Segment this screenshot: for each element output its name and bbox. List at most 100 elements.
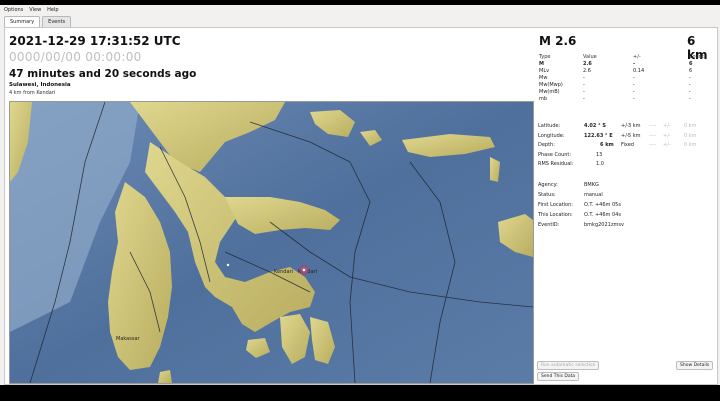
- this-location-label: This Location:: [538, 212, 573, 218]
- agency-row: Agency: BMKG: [538, 182, 718, 192]
- latitude-grey-dashes: ----: [649, 123, 657, 129]
- first-location-row: First Location: O.T. +46m 05s: [538, 202, 718, 212]
- table-row[interactable]: mb - - -: [539, 96, 714, 103]
- mag-pm: -: [633, 82, 635, 88]
- location-parameters: Latitude: 4.02 ° S +/- 3 km ---- +/- 0 k…: [538, 123, 718, 171]
- mag-pm: -: [633, 61, 636, 67]
- magnitude-headline: M 2.6: [539, 34, 577, 48]
- phase-count-row: Phase Count: 13: [538, 152, 718, 162]
- auto-selection-button[interactable]: Run automatic selection: [537, 361, 600, 370]
- mag-value: -: [583, 75, 585, 81]
- latitude-row: Latitude: 4.02 ° S +/- 3 km ---- +/- 0 k…: [538, 123, 718, 133]
- magnitude-table: Type Value +/- Count M 2.6 - 6 MLv 2.6 0…: [539, 54, 714, 103]
- mag-pm: 0.14: [633, 68, 645, 74]
- first-location-value: O.T. +46m 05s: [584, 202, 621, 208]
- table-row[interactable]: Mw - - -: [539, 75, 714, 82]
- nearest-city-distance: 4 km from Kendari: [9, 90, 56, 96]
- origin-info: Agency: BMKG Status: manual First Locati…: [538, 182, 718, 232]
- phase-count-value: 13: [596, 151, 603, 158]
- mag-pm: -: [633, 96, 635, 102]
- menu-view[interactable]: View: [29, 7, 41, 13]
- status-row: Status: manual: [538, 192, 718, 202]
- summary-panel: 2021-12-29 17:31:52 UTC 0000/00/00 00:00…: [4, 27, 718, 385]
- main-window: Options View Help Summary Events 2021-12…: [0, 5, 720, 385]
- map-label-makassar: Makassar: [116, 336, 141, 342]
- send-data-button[interactable]: Send This Data: [537, 372, 580, 381]
- col-value: Value: [583, 54, 597, 60]
- latitude-value: 4.02 ° S: [584, 123, 606, 129]
- status-label: Status:: [538, 192, 556, 198]
- table-row[interactable]: MLv 2.6 0.14 6: [539, 68, 714, 75]
- depth-label: Depth:: [538, 142, 555, 148]
- phase-count-label: Phase Count:: [538, 151, 572, 158]
- latitude-grey-km: 0 km: [684, 123, 697, 129]
- depth-status: Fixed: [621, 142, 634, 148]
- depth-grey-km: 0 km: [684, 142, 697, 148]
- tab-bar: Summary Events: [4, 16, 72, 27]
- event-id-value: bmkg2021zmsv: [584, 222, 624, 228]
- rms-label: RMS Residual:: [538, 161, 574, 167]
- menu-help[interactable]: Help: [47, 7, 58, 13]
- tab-events[interactable]: Events: [42, 16, 72, 27]
- agency-value: BMKG: [584, 182, 599, 188]
- latitude-uncertainty: 3 km: [628, 123, 641, 129]
- mag-count: 6: [689, 68, 693, 74]
- latitude-label: Latitude:: [538, 123, 561, 129]
- station-dot: [226, 263, 230, 267]
- table-row[interactable]: M 2.6 - 6: [539, 61, 714, 68]
- mag-value: -: [583, 96, 585, 102]
- mag-pm: -: [633, 75, 635, 81]
- mag-type: Mw(mB): [539, 89, 560, 95]
- mag-type: Mw(Mwp): [539, 82, 563, 88]
- map-label-kendari: Kendari: [274, 269, 293, 275]
- this-location-row: This Location: O.T. +46m 04s: [538, 212, 718, 222]
- mag-count: 6: [689, 61, 693, 67]
- event-id-row: EventID: bmkg2021zmsv: [538, 222, 718, 232]
- agency-label: Agency:: [538, 182, 558, 188]
- mag-count: -: [689, 75, 691, 81]
- origin-time: 2021-12-29 17:31:52 UTC: [9, 34, 181, 48]
- mag-type: M: [539, 61, 544, 67]
- mag-type: Mw: [539, 75, 548, 81]
- elapsed-time: 47 minutes and 20 seconds ago: [9, 68, 197, 80]
- tab-summary[interactable]: Summary: [4, 16, 41, 27]
- longitude-label: Longitude:: [538, 132, 565, 139]
- event-id-label: EventID:: [538, 222, 560, 228]
- magnitude-table-header: Type Value +/- Count: [539, 54, 714, 61]
- longitude-row: Longitude: 122.63 ° E +/- 5 km ---- +/- …: [538, 133, 718, 143]
- mag-value: 2.6: [583, 61, 592, 67]
- table-row[interactable]: Mw(Mwp) - - -: [539, 82, 714, 89]
- mag-type: mb: [539, 96, 548, 102]
- event-map[interactable]: Kendari Kendari Makassar: [9, 101, 534, 384]
- longitude-uncertainty: 5 km: [628, 132, 641, 139]
- table-row[interactable]: Mw(mB) - - -: [539, 89, 714, 96]
- depth-value: 6 km: [600, 142, 614, 148]
- menu-bar: Options View Help: [0, 5, 720, 15]
- latitude-grey-pm: +/-: [663, 123, 671, 129]
- depth-grey-dashes: ----: [649, 142, 657, 148]
- depth-row: Depth: 6 km Fixed ---- +/- 0 km: [538, 142, 718, 152]
- rms-value: 1.0: [596, 161, 604, 167]
- mag-count: -: [689, 82, 691, 88]
- map-canvas: Kendari Kendari Makassar: [10, 102, 533, 383]
- epicenter-center-dot: [302, 268, 306, 272]
- show-details-button[interactable]: Show Details: [676, 361, 714, 370]
- rms-row: RMS Residual: 1.0: [538, 161, 718, 171]
- longitude-grey-pm: +/-: [663, 132, 671, 139]
- longitude-value: 122.63 ° E: [584, 132, 613, 139]
- depth-grey-pm: +/-: [663, 142, 671, 148]
- longitude-grey-km: 0 km: [684, 132, 697, 139]
- status-value: manual: [584, 192, 603, 198]
- col-type: Type: [539, 54, 551, 60]
- mag-count: -: [689, 96, 691, 102]
- mag-value: 2.6: [583, 68, 591, 74]
- mag-value: -: [583, 89, 585, 95]
- region-name: Sulawesi, Indonesia: [9, 82, 71, 88]
- mag-value: -: [583, 82, 585, 88]
- longitude-grey-dashes: ----: [649, 132, 657, 139]
- local-time-placeholder: 0000/00/00 00:00:00: [9, 50, 142, 64]
- this-location-value: O.T. +46m 04s: [584, 212, 621, 218]
- mag-type: MLv: [539, 68, 550, 74]
- menu-options[interactable]: Options: [4, 7, 23, 13]
- col-pm: +/-: [633, 54, 641, 60]
